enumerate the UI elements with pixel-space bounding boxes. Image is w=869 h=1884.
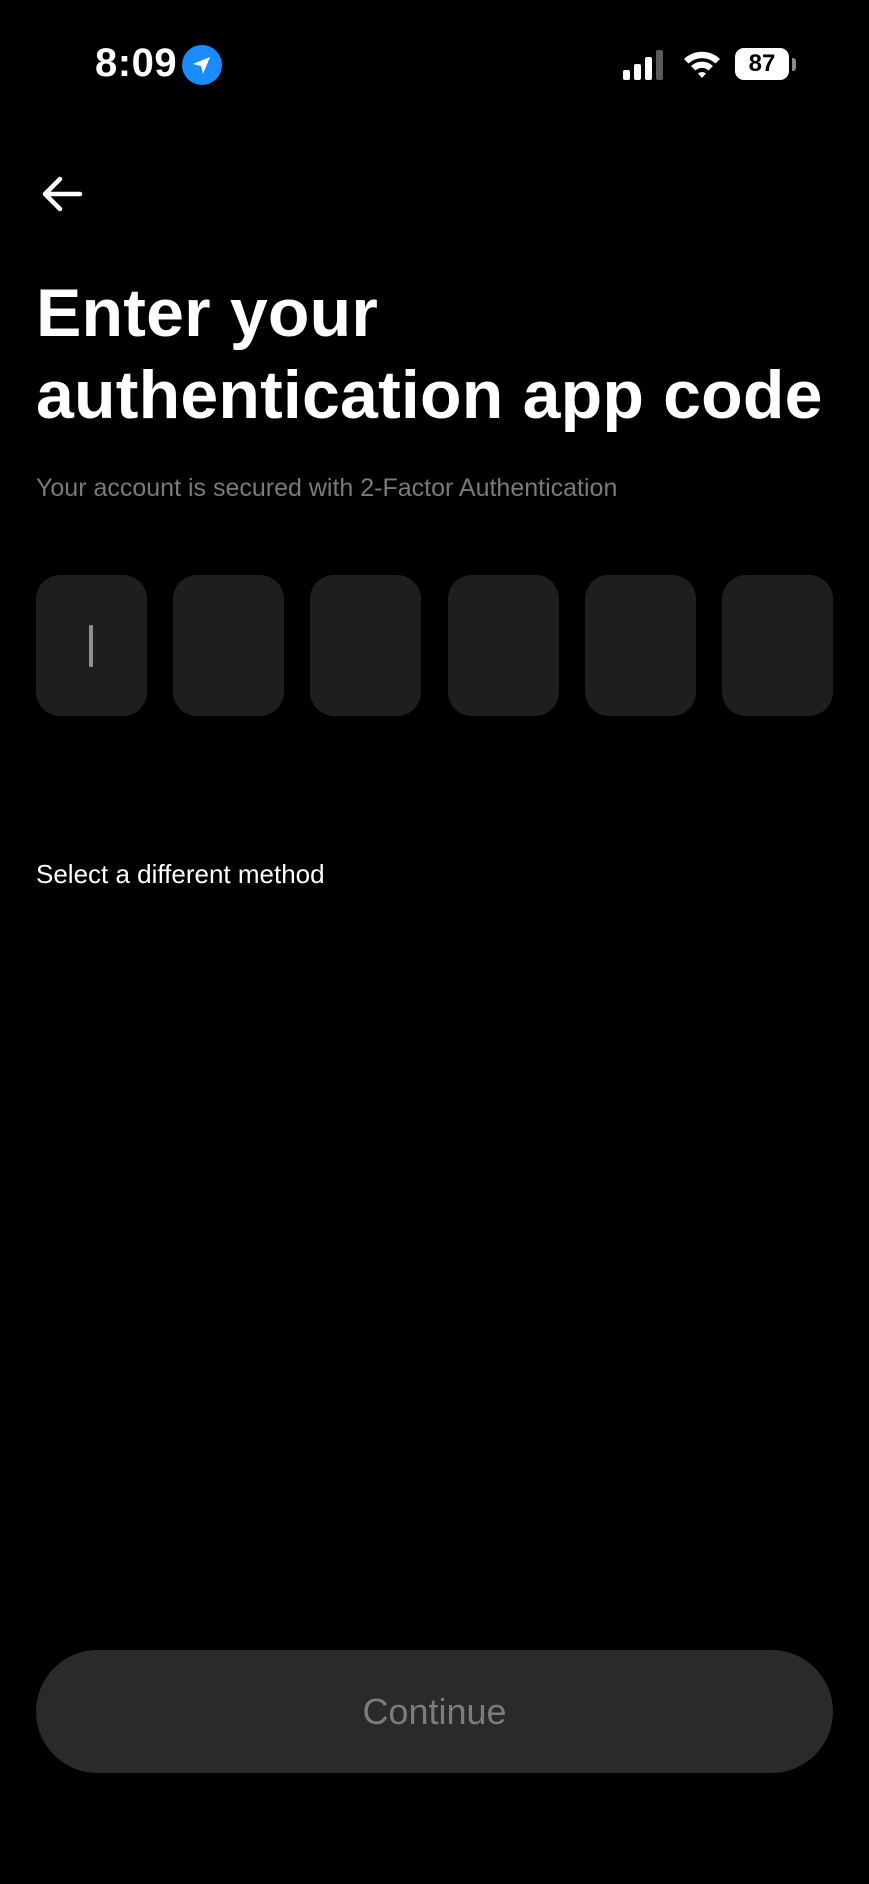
arrow-left-icon xyxy=(42,176,83,212)
code-digit-input-5[interactable] xyxy=(584,575,696,716)
text-cursor xyxy=(89,625,93,667)
page-title: Enter your authentication app code xyxy=(36,275,823,433)
page-subtitle: Your account is secured with 2-Factor Au… xyxy=(36,474,618,502)
code-digit-input-4[interactable] xyxy=(447,575,559,716)
code-digit-input-3[interactable] xyxy=(310,575,422,716)
select-different-method-link[interactable]: Select a different method xyxy=(36,856,325,892)
code-digit-input-6[interactable] xyxy=(721,575,833,716)
battery-cap xyxy=(792,58,796,71)
battery-icon: 87 xyxy=(735,48,796,82)
code-digit-input-1[interactable] xyxy=(36,575,147,716)
wifi-icon xyxy=(682,48,722,80)
status-bar: 8:09 87 xyxy=(0,0,869,130)
cellular-signal-icon xyxy=(623,50,665,80)
continue-button[interactable]: Continue xyxy=(36,1650,833,1773)
battery-level: 87 xyxy=(735,48,789,80)
code-digit-input-2[interactable] xyxy=(173,575,285,716)
location-arrow-icon xyxy=(182,45,222,85)
back-button[interactable] xyxy=(36,168,88,220)
status-time: 8:09 xyxy=(95,41,178,85)
code-input-group xyxy=(36,575,833,716)
